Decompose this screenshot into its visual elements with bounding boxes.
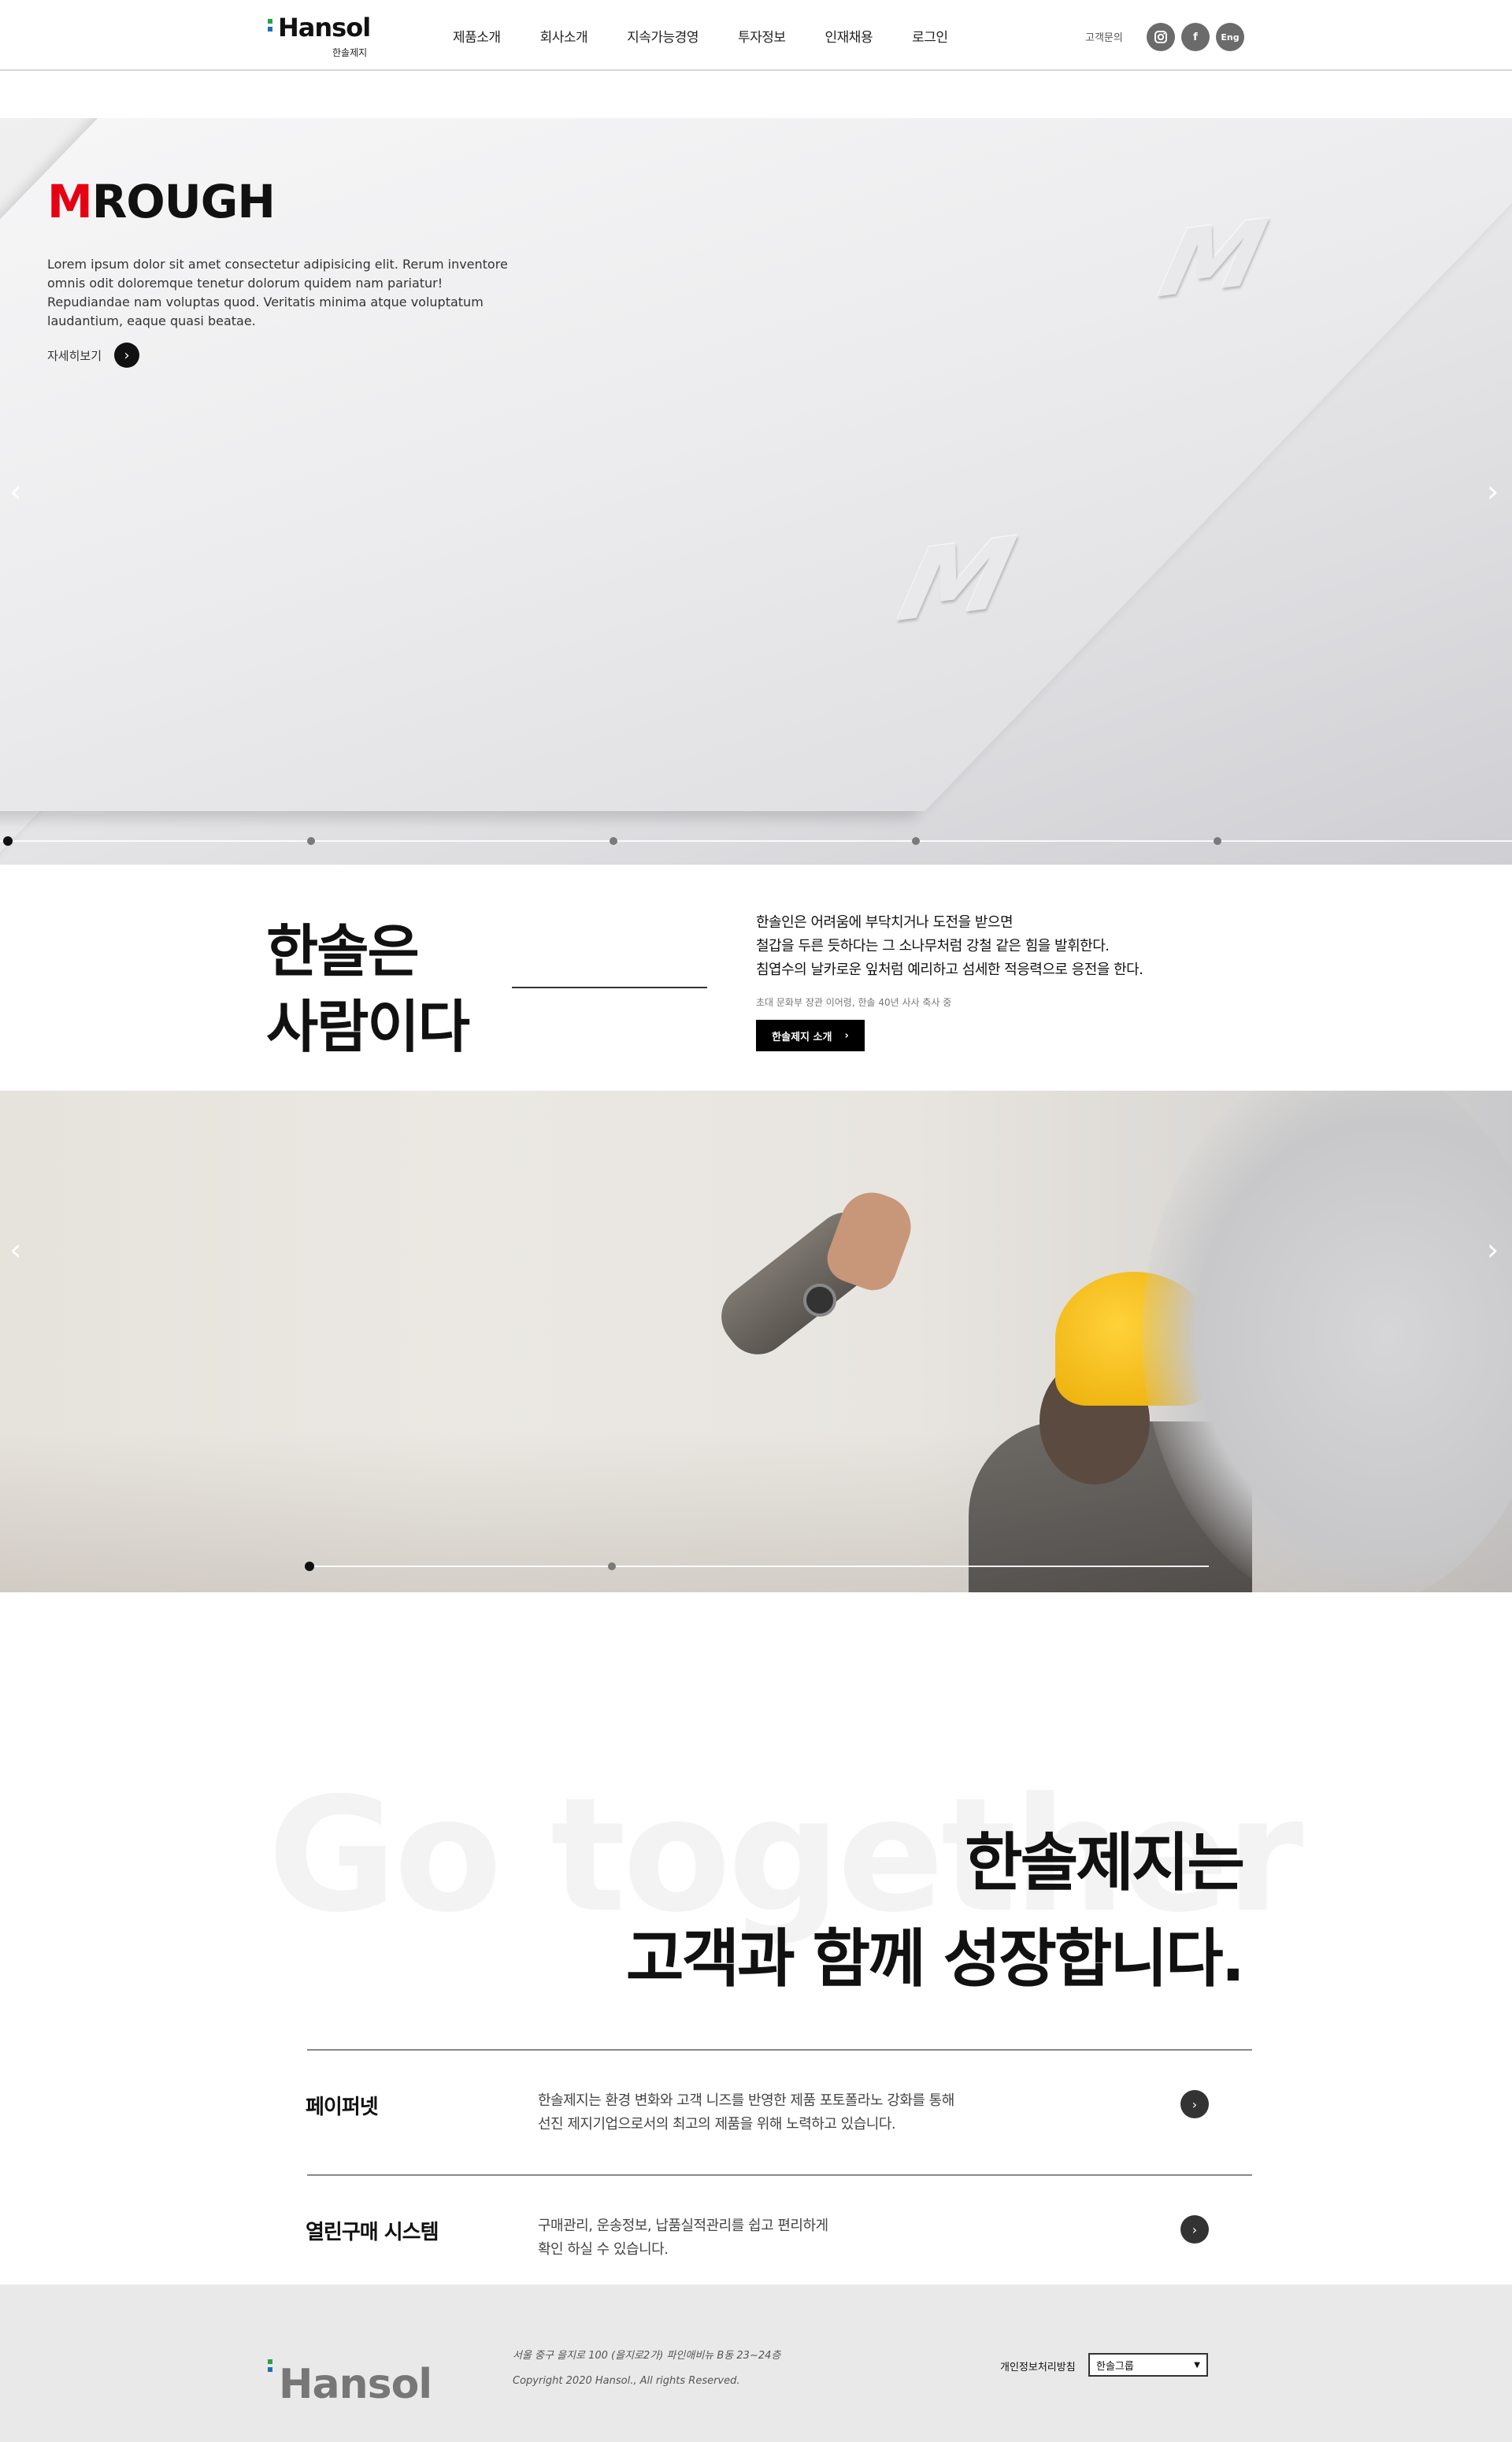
footer-address: 서울 중구 을지로 100 (을지로2가) 파인애비뉴 B동 23~24층 [513, 2350, 781, 2362]
site-footer: Hansol 서울 중구 을지로 100 (을지로2가) 파인애비뉴 B동 23… [0, 2285, 1512, 2442]
service-divider [307, 2049, 1252, 2051]
slider-dot-2[interactable] [307, 837, 315, 845]
slider-progress-track [309, 1566, 1209, 1567]
hero-title-rest: ROUGH [91, 175, 276, 228]
sns-links: f Eng [1147, 23, 1244, 51]
service-divider [307, 2174, 1252, 2176]
intro-quote-line3: 침엽수의 날카로운 잎처럼 예리하고 섬세한 적응력으로 응전을 한다. [756, 962, 1143, 978]
intro-quote: 한솔인은 어려움에 부닥치거나 도전을 받으면 철갑을 두른 듯하다는 그 소나… [756, 911, 1143, 982]
logo-name: Hansol [278, 13, 371, 43]
service-name-papernet[interactable]: 페이퍼넷 [306, 2091, 379, 2120]
hero-title-accent: M [47, 175, 93, 228]
site-header: Hansol 한솔제지 제품소개 회사소개 지속가능경영 투자정보 인재채용 로… [0, 0, 1512, 71]
people-slider: ‹ › [0, 1091, 1512, 1592]
hansol-logo[interactable]: Hansol 한솔제지 [268, 13, 378, 60]
service-desc-purchase-system: 구매관리, 운송정보, 납품실적관리를 쉽고 편리하게 확인 하실 수 있습니다… [538, 2218, 828, 2258]
intro-quote-source: 초대 문화부 장관 이어령, 한솔 40년 사사 축사 중 [756, 997, 952, 1008]
slider-next-arrow-icon[interactable]: › [1487, 474, 1499, 509]
together-title-line2: 고객과 함께 성장합니다. [625, 1922, 1245, 1995]
nav-company[interactable]: 회사소개 [540, 26, 588, 46]
slider-dot-5[interactable] [1214, 837, 1221, 845]
nav-careers[interactable]: 인재채용 [825, 26, 873, 46]
slider-prev-arrow-icon[interactable]: ‹ [9, 1232, 21, 1267]
intro-divider [512, 987, 707, 988]
hero-title: MROUGH [47, 175, 276, 228]
intro-title: 한솔은 사람이다 [266, 913, 470, 1065]
together-title-line1: 한솔제지는 [965, 1826, 1245, 1899]
logo-mark-icon [268, 19, 272, 36]
intro-title-line1: 한솔은 [266, 918, 420, 984]
watch-image [803, 1284, 836, 1317]
chevron-right-icon[interactable]: › [1180, 2215, 1209, 2244]
intro-quote-line2: 철갑을 두른 듯하다는 그 소나무처럼 강철 같은 힘을 발휘한다. [756, 938, 1110, 954]
facebook-icon[interactable]: f [1181, 23, 1210, 51]
family-site-selected-value: 한솔그룹 [1096, 2360, 1134, 2373]
service-name-purchase-system[interactable]: 열린구매 시스템 [306, 2216, 439, 2245]
together-title: 한솔제지는 고객과 함께 성장합니다. [625, 1815, 1245, 2007]
footer-copyright: Copyright 2020 Hansol., All rights Reser… [513, 2375, 740, 2387]
hero-more-link[interactable]: 자세히보기 › [47, 343, 140, 368]
blurred-foreground [1142, 1091, 1512, 1592]
main-nav: 제품소개 회사소개 지속가능경영 투자정보 인재채용 로그인 [453, 26, 988, 46]
intro-quote-line1: 한솔인은 어려움에 부닥치거나 도전을 받으면 [756, 914, 1014, 931]
nav-investors[interactable]: 투자정보 [738, 26, 786, 46]
company-intro-button[interactable]: 한솔제지 소개 › [756, 1020, 865, 1051]
nav-products[interactable]: 제품소개 [453, 26, 501, 46]
chevron-right-icon[interactable]: › [114, 343, 140, 368]
privacy-policy-link[interactable]: 개인정보처리방침 [1000, 2359, 1076, 2373]
footer-company-info: 서울 중구 을지로 100 (을지로2가) 파인애비뉴 B동 23~24층 Co… [513, 2344, 780, 2394]
slider-dot-1[interactable] [3, 836, 13, 846]
slider-progress-track [0, 840, 1512, 842]
slider-next-arrow-icon[interactable]: › [1487, 1232, 1499, 1267]
slider-prev-arrow-icon[interactable]: ‹ [9, 474, 21, 509]
customer-inquiry-link[interactable]: 고객문의 [1085, 29, 1123, 44]
hero-more-label: 자세히보기 [47, 348, 102, 363]
slider-dot-3[interactable] [610, 837, 617, 845]
company-intro-button-label: 한솔제지 소개 [772, 1031, 832, 1043]
nav-sustainability[interactable]: 지속가능경영 [627, 26, 699, 46]
service-desc-papernet: 한솔제지는 환경 변화와 고객 니즈를 반영한 제품 포토폴라노 강화를 통해 … [538, 2092, 954, 2133]
chevron-right-icon[interactable]: › [1180, 2090, 1209, 2118]
logo-mark-icon [268, 2359, 272, 2375]
intro-title-line2: 사람이다 [266, 994, 470, 1060]
english-language-button[interactable]: Eng [1216, 23, 1244, 51]
family-site-select[interactable]: 한솔그룹 ▼ [1088, 2353, 1208, 2377]
footer-logo-name: Hansol [279, 2361, 432, 2408]
chevron-down-icon: ▼ [1194, 2360, 1200, 2370]
footer-logo[interactable]: Hansol [268, 2359, 457, 2414]
slider-dot-2[interactable] [608, 1562, 616, 1570]
chevron-right-icon: › [844, 1029, 849, 1042]
slider-dot-4[interactable] [912, 837, 920, 845]
hero-description: Lorem ipsum dolor sit amet consectetur a… [47, 257, 508, 328]
instagram-icon[interactable] [1147, 23, 1175, 51]
slider-dot-1[interactable] [305, 1562, 314, 1571]
hero-slider: M M MROUGH Lorem ipsum dolor sit amet co… [0, 118, 1512, 865]
logo-subtitle: 한솔제지 [332, 47, 368, 58]
nav-login[interactable]: 로그인 [912, 26, 948, 46]
